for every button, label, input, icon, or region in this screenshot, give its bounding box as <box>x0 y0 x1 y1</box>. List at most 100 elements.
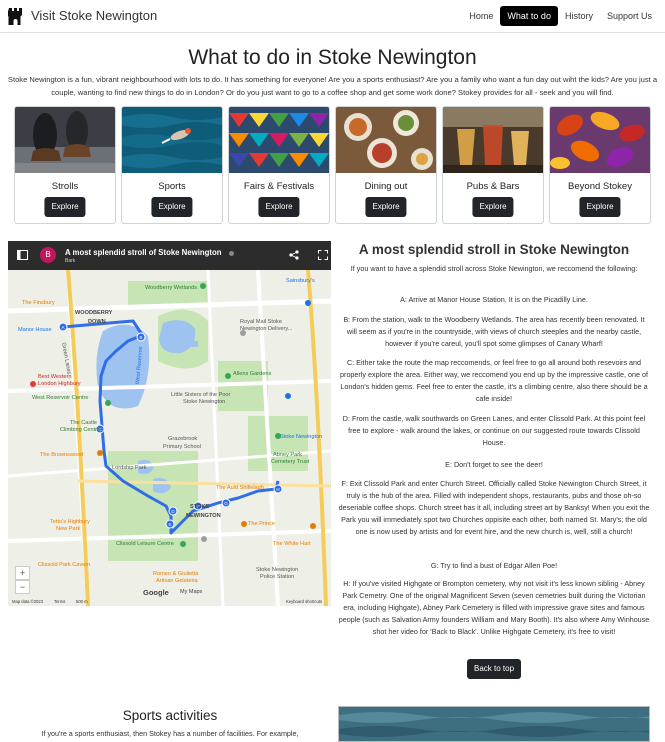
card-title: Strolls <box>51 181 79 192</box>
map-terms-link[interactable]: Terms <box>54 599 65 604</box>
map-label: The Auld Shillelagh <box>216 485 264 491</box>
directions-step-h: H: If you've visited Highgate or Brompto… <box>338 579 650 636</box>
map-title[interactable]: A most splendid stroll of Stoke Newingto… <box>65 248 222 257</box>
map-label: Stoke Newington <box>256 567 299 573</box>
map-scale: 500 m <box>76 599 88 604</box>
avatar: B <box>40 247 56 263</box>
map-label: Abney Park <box>273 452 302 458</box>
map-label: Little Sisters of the Poor <box>171 392 231 398</box>
svg-text:A: A <box>61 325 64 330</box>
route-marker-b[interactable]: B <box>136 332 146 342</box>
brand-title: Visit Stoke Newington <box>31 8 158 23</box>
nav-links: Home What to do History Support Us <box>462 6 659 26</box>
directions-intro: If you want to have a splendid stroll ac… <box>350 264 638 273</box>
map-label: The Castle <box>70 420 98 426</box>
map-label: WOODBERRY <box>75 310 113 316</box>
map-label: The Prince <box>248 521 276 527</box>
map-label: Climbing Centre <box>60 427 101 433</box>
map-canvas[interactable]: A B C D E F G H <box>8 241 331 606</box>
page-title: What to do in Stoke Newington <box>188 46 477 69</box>
my-maps-label: My Maps <box>180 589 203 595</box>
map-label: STOKE <box>190 504 210 510</box>
nav-home[interactable]: Home <box>462 6 500 26</box>
embedded-map[interactable]: A B C D E F G H Woodberry Wetlands Sains… <box>8 241 331 606</box>
map-label: Newington Delivery... <box>240 326 293 332</box>
keyboard-shortcuts-link[interactable]: Keyboard shortcuts <box>286 599 322 604</box>
explore-button[interactable]: Explore <box>472 197 514 217</box>
map-label: New Park <box>56 526 81 532</box>
directions-step-f: F: Exit Clissold Park and enter Church S… <box>338 479 650 536</box>
autumn-leaves-photo <box>550 107 650 173</box>
swimmer-photo <box>122 107 222 173</box>
explore-button[interactable]: Explore <box>44 197 86 217</box>
card-fairs: Fairs & Festivals Explore <box>228 106 330 224</box>
explore-button[interactable]: Explore <box>579 197 621 217</box>
nav-support-us[interactable]: Support Us <box>600 6 659 26</box>
food-table-photo <box>336 107 436 173</box>
share-icon[interactable] <box>289 250 299 260</box>
map-label: West Reservoir Centre <box>32 395 89 401</box>
map-label: DOWN <box>88 319 106 325</box>
route-marker-d[interactable]: D <box>168 506 178 516</box>
svg-text:H: H <box>276 487 279 492</box>
explore-button[interactable]: Explore <box>258 197 300 217</box>
map-label: Sainsbury's <box>286 278 315 284</box>
intro-text: Stoke Newington is a fun, vibrant neighb… <box>7 75 658 97</box>
route-marker-e[interactable]: E <box>165 519 175 529</box>
explore-button[interactable]: Explore <box>365 197 407 217</box>
nav-history[interactable]: History <box>558 6 600 26</box>
explore-button[interactable]: Explore <box>151 197 193 217</box>
svg-text:E: E <box>168 522 171 527</box>
map-label: Romeo & Giulietta <box>153 571 199 577</box>
map-label: The White Hart <box>273 541 311 547</box>
brand[interactable]: Visit Stoke Newington <box>8 6 157 25</box>
sidebar-toggle-icon[interactable] <box>17 250 28 260</box>
card-beyond: Beyond Stokey Explore <box>549 106 651 224</box>
map-label: Police Station <box>260 574 295 580</box>
map-label: Clissold Park Cavern <box>38 562 91 568</box>
map-header: B A most splendid stroll of Stoke Newing… <box>8 241 331 270</box>
card-title: Beyond Stokey <box>568 181 632 192</box>
map-subtitle: Bark <box>65 258 76 264</box>
navbar: Visit Stoke Newington Home What to do Hi… <box>0 0 665 33</box>
route-marker-g[interactable]: G <box>221 498 231 508</box>
map-label: Tetto's Highbury <box>50 519 90 525</box>
map-label: Royal Mail Stoke <box>240 319 282 325</box>
card-pubs: Pubs & Bars Explore <box>442 106 544 224</box>
map-label: Stoke Newington <box>280 434 323 440</box>
map-label: The Finsbury <box>22 300 55 306</box>
map-label: Stoke Newington <box>183 399 226 405</box>
cocktails-photo <box>443 107 543 173</box>
zoom-out-button[interactable]: − <box>15 580 30 594</box>
castle-icon <box>8 8 22 25</box>
bunting-photo <box>229 107 329 173</box>
water-photo <box>338 706 650 742</box>
map-label: Clissold Leisure Centre <box>116 541 174 547</box>
map-label: NEWINGTON <box>186 513 221 519</box>
map-label: London Highbury <box>38 381 81 387</box>
svg-text:B: B <box>139 335 142 340</box>
zoom-in-button[interactable]: + <box>15 566 30 580</box>
boots-walking-photo <box>15 107 115 173</box>
directions-step-d: D: From the castle, walk southwards on G… <box>342 414 646 447</box>
map-label: Manor House <box>18 327 52 333</box>
map-footer: Map data ©2023 Terms 500 m Keyboard shor… <box>8 597 331 606</box>
map-label: Grazebrook <box>168 436 198 442</box>
route-marker-h[interactable]: H <box>273 484 283 494</box>
directions-step-a: A: Arrive at Manor House Station. It is … <box>400 295 588 304</box>
map-label: Woodberry Wetlands <box>145 285 198 291</box>
info-icon[interactable] <box>229 251 234 256</box>
card-sports: Sports Explore <box>121 106 223 224</box>
directions-step-g: G: Try to find a bust of Edgar Allen Poe… <box>430 561 558 570</box>
card-title: Dining out <box>364 181 408 192</box>
card-title: Fairs & Festivals <box>243 181 315 192</box>
map-label: Artisan Gelateria <box>156 578 198 584</box>
map-label: Best Western <box>38 374 72 380</box>
route-marker-a[interactable]: A <box>58 322 68 332</box>
card-title: Sports <box>158 181 186 192</box>
nav-what-to-do[interactable]: What to do <box>500 6 558 26</box>
back-to-top-button[interactable]: Back to top <box>467 659 522 679</box>
sports-text: If you're a sports enthusiast, then Stok… <box>41 729 299 738</box>
fullscreen-icon[interactable] <box>318 250 328 260</box>
map-label: Allens Gardens <box>233 371 272 377</box>
